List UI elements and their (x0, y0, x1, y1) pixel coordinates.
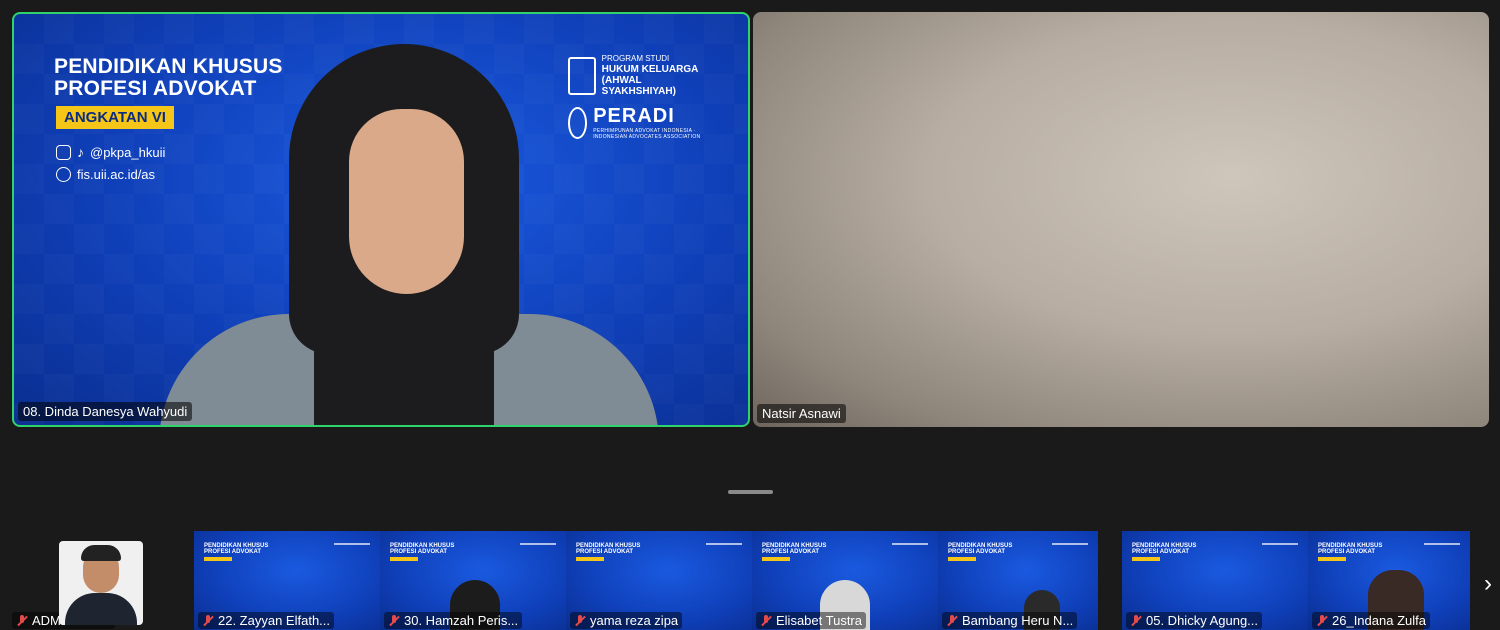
logo-block: PROGRAM STUDI HUKUM KELUARGA (AHWAL SYAK… (568, 54, 708, 140)
program-name-2: (AHWAL SYAKHSHIYAH) (601, 75, 676, 97)
thumbnail-tile[interactable]: PENDIDIKAN KHUSUS PROFESI ADVOKAT 05. Dhi… (1122, 531, 1308, 630)
tiktok-icon: ♪ (77, 144, 84, 160)
participant-hijab-lower (314, 274, 494, 425)
peradi-logo-icon (334, 543, 370, 557)
video-tile-main-right[interactable]: Natsir Asnawi (753, 12, 1489, 427)
peradi-logo-icon (568, 106, 588, 139)
mic-off-icon (202, 614, 214, 627)
peradi-logo-icon (1262, 543, 1298, 557)
website-url: fis.uii.ac.id/as (77, 167, 156, 182)
mic-off-icon (946, 614, 958, 627)
peradi-logo-icon (706, 543, 742, 557)
thumbnail-tile[interactable]: PENDIDIKAN KHUSUS PROFESI ADVOKAT yama re… (566, 531, 752, 630)
thumbnail-name-label: Bambang Heru N... (942, 612, 1078, 629)
banner-title-line1: PENDIDIKAN KHUSUS (54, 55, 283, 78)
thumbnail-tile[interactable]: PENDIDIKAN KHUSUS PROFESI ADVOKAT Elisabe… (752, 531, 938, 630)
thumbnail-tile[interactable]: PENDIDIKAN KHUSUS PROFESI ADVOKAT 30. Ham… (380, 531, 566, 630)
peradi-logo-icon (520, 543, 556, 557)
mic-off-icon (1316, 614, 1328, 627)
admin-avatar (59, 541, 143, 625)
participant-name-label: 08. Dinda Danesya Wahyudi (18, 402, 193, 421)
participant-face (349, 109, 464, 294)
instagram-icon (56, 144, 71, 160)
thumbnail-tile[interactable]: PENDIDIKAN KHUSUS PROFESI ADVOKAT 26_Inda… (1308, 531, 1470, 630)
instagram-row: ♪ @pkpa_hkuii (56, 144, 165, 160)
next-page-arrow-icon[interactable]: › (1484, 570, 1492, 598)
banner-title-line2: PROFESI ADVOKAT (54, 77, 257, 100)
thumbnail-name-label: 05. Dhicky Agung... (1126, 612, 1263, 629)
thumbnail-name-label: yama reza zipa (570, 612, 683, 629)
mic-off-icon (574, 614, 586, 627)
banner-badge: ANGKATAN VI (56, 106, 174, 129)
thumbnail-tile[interactable]: PENDIDIKAN KHUSUS PROFESI ADVOKAT 22. Zay… (194, 531, 380, 630)
peradi-logo-icon (892, 543, 928, 557)
org-subtitle: PERHIMPUNAN ADVOKAT INDONESIA · INDONESI… (593, 128, 701, 140)
banner-title: PENDIDIKAN KHUSUS PROFESI ADVOKAT (54, 56, 283, 100)
program-label: PROGRAM STUDI (601, 54, 670, 63)
thumbnail-name-label: 22. Zayyan Elfath... (198, 612, 335, 629)
resize-drag-handle[interactable] (728, 490, 773, 494)
org-name: PERADI (593, 105, 675, 127)
mic-off-icon (1130, 614, 1142, 627)
thumbnail-name-label: 30. Hamzah Peris... (384, 612, 523, 629)
globe-icon (56, 167, 71, 182)
video-tile-main-left[interactable]: PENDIDIKAN KHUSUS PROFESI ADVOKAT ANGKAT… (12, 12, 750, 427)
peradi-logo-icon (1424, 543, 1460, 557)
website-row: fis.uii.ac.id/as (56, 167, 155, 182)
mic-off-icon (760, 614, 772, 627)
participant-name-label: Natsir Asnawi (757, 404, 846, 423)
program-name-1: HUKUM KELUARGA (601, 64, 699, 75)
mic-off-icon (388, 614, 400, 627)
mic-off-icon (16, 614, 28, 627)
thumbnail-tile[interactable]: PENDIDIKAN KHUSUS PROFESI ADVOKAT Bambang… (938, 531, 1098, 630)
peradi-logo-icon (1052, 543, 1088, 557)
instagram-handle: @pkpa_hkuii (90, 144, 166, 160)
university-logo-icon (568, 56, 596, 95)
thumbnail-name-label: Elisabet Tustra (756, 612, 866, 629)
thumbnail-name-label: 26_Indana Zulfa (1312, 612, 1430, 629)
